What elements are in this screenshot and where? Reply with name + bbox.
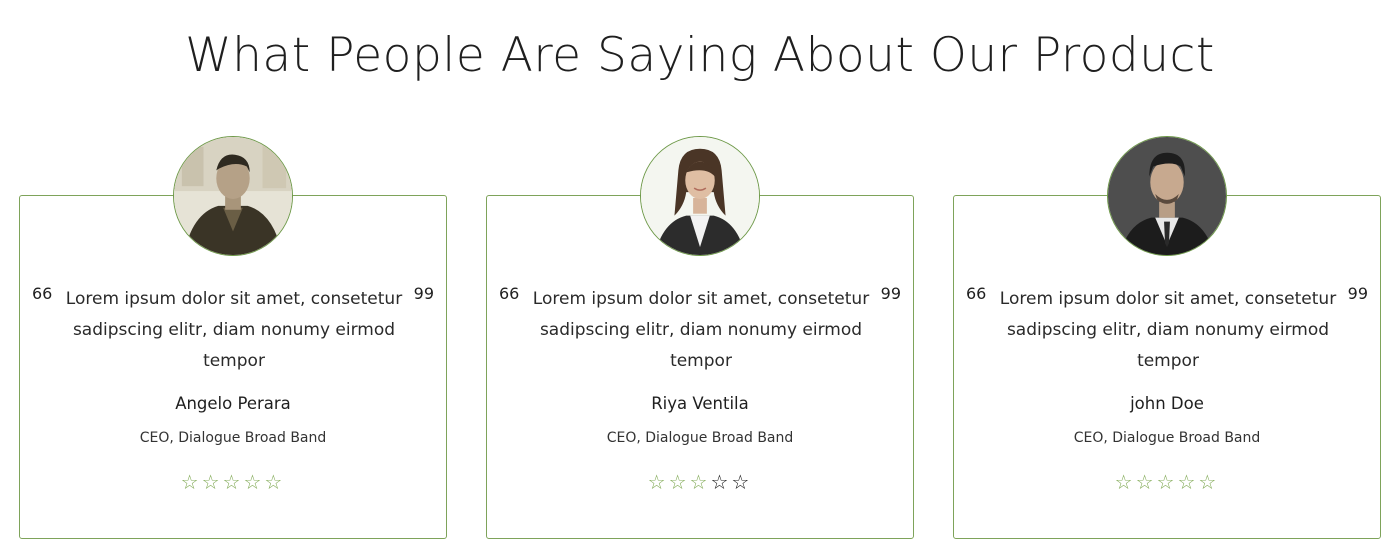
star-icon: ☆ bbox=[689, 470, 711, 494]
avatar-photo-man-coat bbox=[174, 137, 292, 255]
star-icon: ☆ bbox=[1198, 470, 1220, 494]
testimonial-card: 66 99 Lorem ipsum dolor sit amet, conset… bbox=[953, 136, 1381, 539]
star-icon: ☆ bbox=[1156, 470, 1178, 494]
open-quote-mark: 66 bbox=[499, 284, 520, 303]
star-icon: ☆ bbox=[1114, 470, 1136, 494]
star-rating: ☆☆☆☆☆ bbox=[487, 470, 913, 494]
person-role: CEO, Dialogue Broad Band bbox=[139, 430, 327, 446]
open-quote-mark: 66 bbox=[966, 284, 987, 303]
person-name: Riya Ventila bbox=[651, 394, 749, 413]
close-quote-mark: 99 bbox=[413, 284, 434, 303]
person-name: Angelo Perara bbox=[175, 394, 291, 413]
star-icon: ☆ bbox=[243, 470, 265, 494]
testimonial-quote: Lorem ipsum dolor sit amet, consetetur s… bbox=[65, 289, 403, 371]
avatar-photo-woman-suit bbox=[641, 137, 759, 255]
testimonial-card: 66 99 Lorem ipsum dolor sit amet, conset… bbox=[19, 136, 447, 539]
testimonial-quote: Lorem ipsum dolor sit amet, consetetur s… bbox=[532, 289, 870, 371]
star-icon: ☆ bbox=[222, 470, 244, 494]
star-icon: ☆ bbox=[1177, 470, 1199, 494]
testimonial-card: 66 99 Lorem ipsum dolor sit amet, conset… bbox=[486, 136, 914, 539]
avatar bbox=[173, 136, 293, 256]
avatar-photo-man-tie bbox=[1108, 137, 1226, 255]
star-icon: ☆ bbox=[647, 470, 669, 494]
star-icon: ☆ bbox=[710, 470, 732, 494]
testimonial-quote: Lorem ipsum dolor sit amet, consetetur s… bbox=[999, 289, 1337, 371]
star-icon: ☆ bbox=[201, 470, 223, 494]
open-quote-mark: 66 bbox=[32, 284, 53, 303]
person-role: CEO, Dialogue Broad Band bbox=[606, 430, 794, 446]
close-quote-mark: 99 bbox=[880, 284, 901, 303]
page-title: What People Are Saying About Our Product bbox=[185, 28, 1215, 83]
star-icon: ☆ bbox=[1135, 470, 1157, 494]
star-icon: ☆ bbox=[668, 470, 690, 494]
star-icon: ☆ bbox=[264, 470, 286, 494]
close-quote-mark: 99 bbox=[1347, 284, 1368, 303]
star-icon: ☆ bbox=[180, 470, 202, 494]
person-name: john Doe bbox=[1130, 394, 1204, 413]
person-role: CEO, Dialogue Broad Band bbox=[1073, 430, 1261, 446]
star-rating: ☆☆☆☆☆ bbox=[954, 470, 1380, 494]
star-rating: ☆☆☆☆☆ bbox=[20, 470, 446, 494]
star-icon: ☆ bbox=[731, 470, 753, 494]
avatar bbox=[1107, 136, 1227, 256]
avatar bbox=[640, 136, 760, 256]
